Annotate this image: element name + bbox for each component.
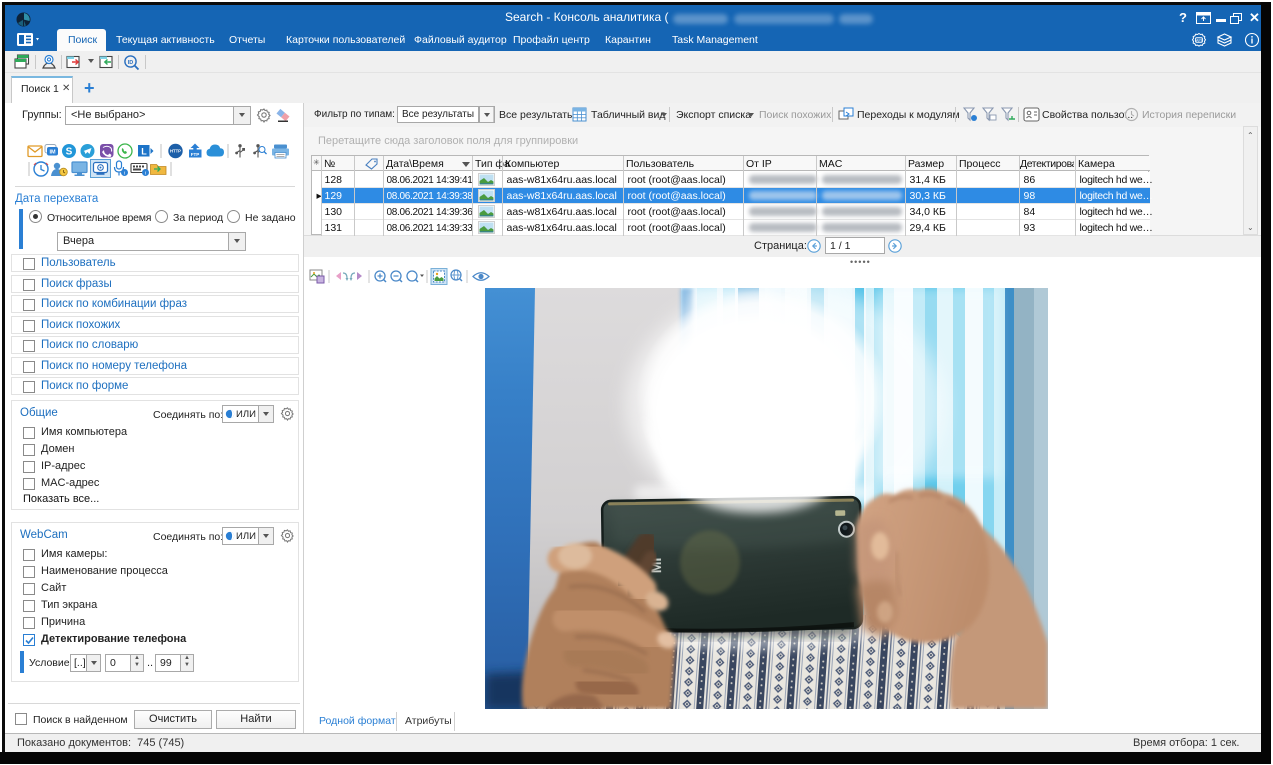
svg-text:S: S [66, 147, 73, 158]
svg-text:L: L [141, 147, 147, 157]
svg-text:HTTP: HTTP [170, 149, 181, 154]
svg-text:IM: IM [49, 150, 56, 156]
svg-text:API: API [1196, 38, 1202, 42]
svg-text:ID: ID [128, 60, 134, 66]
svg-text:FTP: FTP [191, 152, 200, 157]
